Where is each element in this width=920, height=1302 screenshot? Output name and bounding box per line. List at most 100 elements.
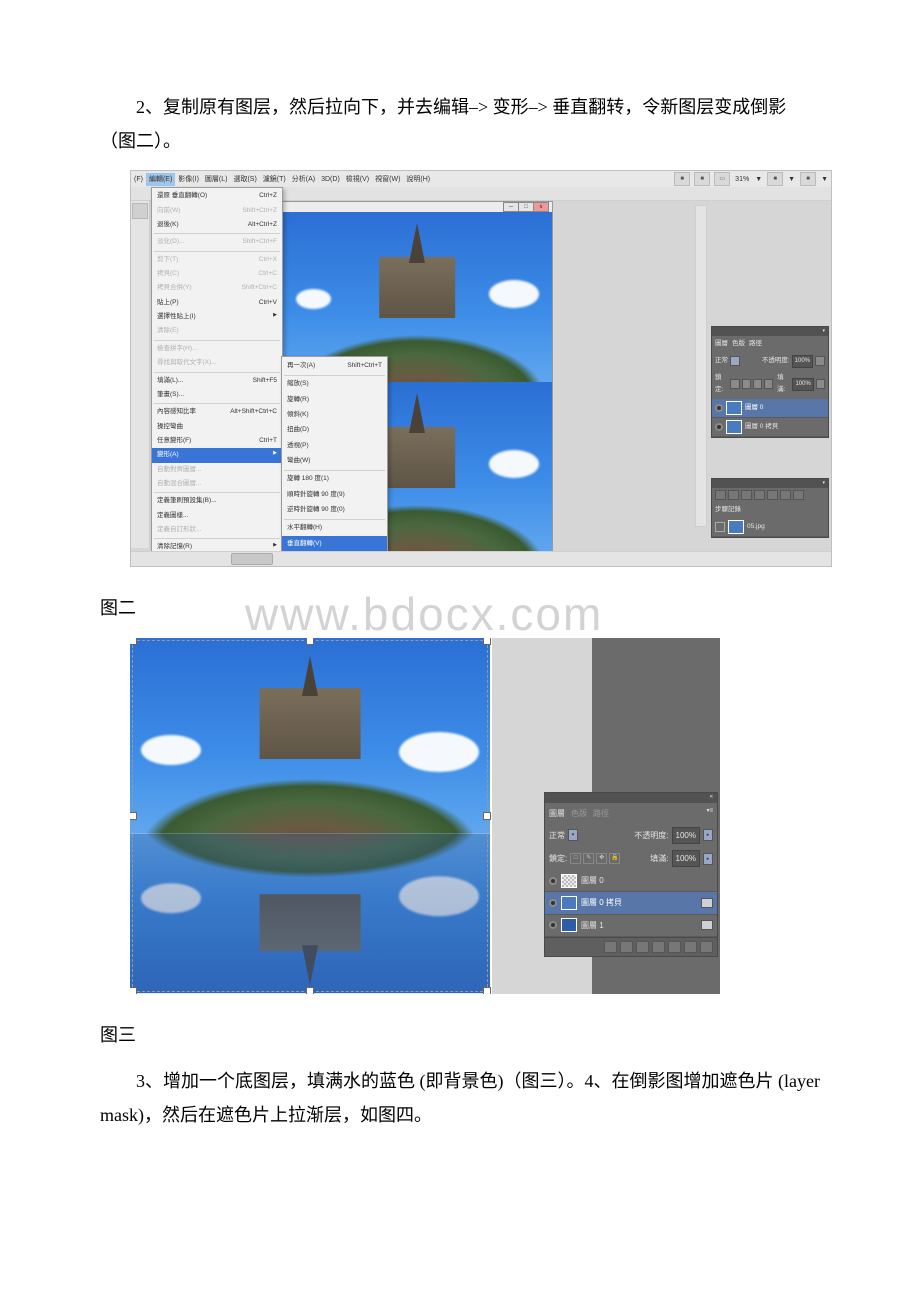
lock-pixels-icon[interactable]: [742, 379, 751, 389]
lock-position-icon[interactable]: ✥: [596, 853, 607, 864]
panel-menu-icon[interactable]: ▾≡: [706, 806, 713, 821]
menu-item[interactable]: 填滿(L)...Shift+F5: [152, 374, 282, 388]
view-extras-icon[interactable]: ■: [767, 172, 783, 186]
menu-item[interactable]: 變形(A): [152, 448, 282, 462]
menu-analysis[interactable]: 分析(A): [289, 173, 318, 186]
layer-row[interactable]: 圖層 1: [545, 915, 717, 937]
history-state-row[interactable]: 05.jpg: [712, 518, 828, 537]
submenu-item[interactable]: 逆時針旋轉 90 度(0): [282, 502, 387, 517]
layer-name[interactable]: 圖層 0 拷貝: [581, 895, 697, 910]
tab-channels[interactable]: 色版: [571, 806, 587, 821]
menu-item[interactable]: 定義筆刷預設集(B)...: [152, 494, 282, 508]
visibility-eye-icon[interactable]: [549, 899, 557, 907]
scrollbar-vertical[interactable]: [695, 205, 707, 527]
layer-mask-icon[interactable]: [636, 941, 649, 953]
submenu-item[interactable]: 旋轉 180 度(1): [282, 472, 387, 487]
history-nav-icon[interactable]: [715, 490, 726, 500]
submenu-item[interactable]: 傾斜(K): [282, 407, 387, 422]
layer-name[interactable]: 圖層 0: [745, 402, 763, 414]
screen-icon[interactable]: ■: [800, 172, 816, 186]
layers-panel[interactable]: « 圖層 色版 路徑 ▾≡ 正常 ▾ 不透明度: 100% ▸: [544, 792, 718, 957]
dropdown-icon[interactable]: ▾: [568, 829, 578, 841]
zoom-value[interactable]: 31%: [732, 173, 752, 186]
menu-help[interactable]: 說明(H): [403, 173, 433, 186]
submenu-item[interactable]: 順時針旋轉 90 度(9): [282, 487, 387, 502]
layer-name[interactable]: 圖層 0: [581, 873, 713, 888]
menu-edit[interactable]: 編輯(E): [146, 173, 175, 186]
lock-transparent-icon[interactable]: □: [570, 853, 581, 864]
opacity-value[interactable]: 100%: [792, 355, 813, 368]
new-layer-icon[interactable]: [684, 941, 697, 953]
menu-layer[interactable]: 圖層(L): [202, 173, 231, 186]
layer-row[interactable]: 圖層 0: [712, 399, 828, 418]
menu-3d[interactable]: 3D(D): [318, 173, 343, 186]
tab-channels[interactable]: 色版: [732, 338, 745, 350]
submenu-item[interactable]: 透視(P): [282, 438, 387, 453]
tab-layers[interactable]: 圖層: [549, 806, 565, 821]
menu-filter[interactable]: 濾鏡(T): [260, 173, 289, 186]
history-nav-icon[interactable]: [793, 490, 804, 500]
lock-all-icon[interactable]: 🔒: [609, 853, 620, 864]
history-panel[interactable]: ▾ 步驟記錄 05.jpg: [711, 478, 829, 538]
window-close-icon[interactable]: x: [533, 202, 549, 212]
panel-menu-icon[interactable]: ▾: [822, 327, 825, 337]
tab-layers[interactable]: 圖層: [715, 338, 728, 350]
visibility-eye-icon[interactable]: [715, 423, 723, 431]
menu-item[interactable]: 退後(K)Alt+Ctrl+Z: [152, 218, 282, 232]
transform-submenu[interactable]: 再一次(A)Shift+Ctrl+T縮放(S)旋轉(R)傾斜(K)扭曲(D)透視…: [281, 356, 388, 553]
menu-item[interactable]: 操控彎曲: [152, 420, 282, 434]
layer-row[interactable]: 圖層 0: [545, 870, 717, 892]
adjustment-layer-icon[interactable]: [652, 941, 665, 953]
link-layers-icon[interactable]: [604, 941, 617, 953]
tool-icon[interactable]: [132, 203, 148, 219]
menu-window[interactable]: 視窗(W): [372, 173, 403, 186]
layer-name[interactable]: 圖層 0 拷貝: [745, 421, 778, 433]
visibility-eye-icon[interactable]: [549, 921, 557, 929]
menu-item[interactable]: 貼上(P)Ctrl+V: [152, 296, 282, 310]
submenu-item[interactable]: 垂直翻轉(V): [282, 536, 387, 551]
window-maximize-icon[interactable]: □: [518, 202, 534, 212]
history-brush-icon[interactable]: [715, 522, 725, 532]
menu-view[interactable]: 檢視(V): [343, 173, 372, 186]
submenu-item[interactable]: 彎曲(W): [282, 453, 387, 468]
scrollbar-horizontal[interactable]: [231, 553, 273, 565]
menu-image[interactable]: 影像(I): [175, 173, 202, 186]
opacity-value[interactable]: 100%: [672, 827, 700, 844]
layers-panel[interactable]: ▾ 圖層 色版 路徑 正常 不透明度: 100%: [711, 326, 829, 437]
visibility-eye-icon[interactable]: [549, 877, 557, 885]
screen-mode-icon[interactable]: ■: [694, 172, 710, 186]
blend-mode-select[interactable]: 正常: [549, 828, 565, 843]
arrange-icon[interactable]: ▭: [714, 172, 730, 186]
delete-layer-icon[interactable]: [700, 941, 713, 953]
fill-value[interactable]: 100%: [792, 378, 813, 391]
menu-item[interactable]: 任意變形(F)Ctrl+T: [152, 434, 282, 448]
workspace-icon[interactable]: ■: [674, 172, 690, 186]
submenu-item[interactable]: 旋轉(R): [282, 392, 387, 407]
window-minimize-icon[interactable]: ─: [503, 202, 519, 212]
history-nav-icon[interactable]: [767, 490, 778, 500]
lock-pixels-icon[interactable]: ✎: [583, 853, 594, 864]
menu-item[interactable]: 還原 垂直翻轉(O)Ctrl+Z: [152, 189, 282, 203]
ps-document-canvas[interactable]: [130, 638, 490, 994]
menu-item[interactable]: 內容感知比率Alt+Shift+Ctrl+C: [152, 405, 282, 419]
submenu-item[interactable]: 水平翻轉(H): [282, 521, 387, 536]
ps-toolbox[interactable]: [131, 201, 150, 548]
tab-paths[interactable]: 路徑: [749, 338, 762, 350]
edit-menu-dropdown[interactable]: 還原 垂直翻轉(O)Ctrl+Z向前(W)Shift+Ctrl+Z退後(K)Al…: [151, 187, 283, 567]
submenu-item[interactable]: 扭曲(D): [282, 423, 387, 438]
submenu-item[interactable]: 再一次(A)Shift+Ctrl+T: [282, 358, 387, 373]
history-nav-icon[interactable]: [728, 490, 739, 500]
slider-icon[interactable]: ▸: [703, 853, 713, 865]
link-icon[interactable]: [701, 920, 713, 930]
panel-menu-icon[interactable]: ▾: [822, 479, 825, 489]
group-icon[interactable]: [668, 941, 681, 953]
layer-name[interactable]: 圖層 1: [581, 918, 697, 933]
link-icon[interactable]: [701, 898, 713, 908]
slider-icon[interactable]: ▸: [703, 829, 713, 841]
history-nav-icon[interactable]: [754, 490, 765, 500]
collapse-icon[interactable]: «: [710, 792, 713, 803]
menu-file[interactable]: (F): [131, 173, 146, 186]
menu-item[interactable]: 定義圖樣...: [152, 509, 282, 523]
history-nav-icon[interactable]: [741, 490, 752, 500]
visibility-eye-icon[interactable]: [715, 404, 723, 412]
